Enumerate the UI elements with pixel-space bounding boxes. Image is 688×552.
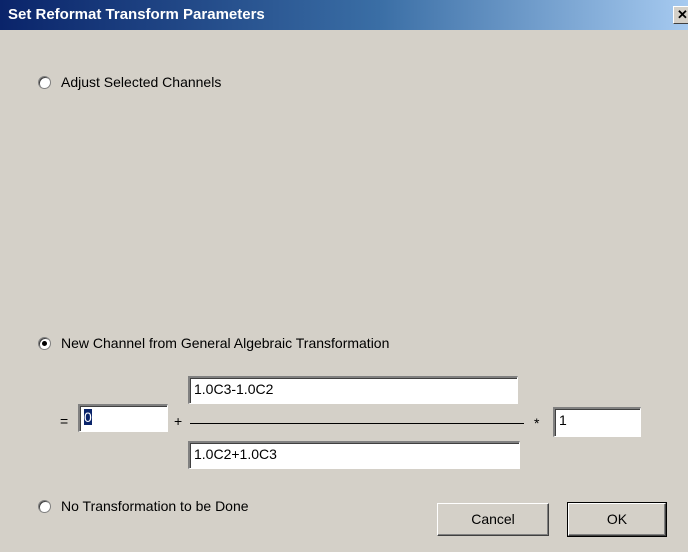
option-no-transformation[interactable]: No Transformation to be Done bbox=[38, 498, 249, 514]
new-channel-radio[interactable] bbox=[38, 336, 51, 350]
option-adjust-selected-channels[interactable]: Adjust Selected Channels bbox=[38, 74, 221, 90]
offset-input[interactable]: 0 bbox=[78, 404, 168, 432]
adjust-channels-radio[interactable] bbox=[38, 75, 51, 89]
ok-button[interactable]: OK bbox=[567, 502, 667, 537]
multiply-sign: * bbox=[534, 415, 540, 431]
offset-value: 0 bbox=[84, 409, 92, 425]
numerator-value: 1.0C3-1.0C2 bbox=[194, 381, 274, 397]
dialog-title: Set Reformat Transform Parameters bbox=[8, 6, 265, 23]
close-button[interactable]: ✕ bbox=[673, 6, 688, 24]
close-icon: ✕ bbox=[677, 7, 688, 22]
no-transformation-radio[interactable] bbox=[38, 499, 51, 513]
plus-sign: + bbox=[174, 413, 183, 429]
denominator-input[interactable]: 1.0C2+1.0C3 bbox=[188, 441, 520, 469]
title-bar: Set Reformat Transform Parameters ✕ bbox=[0, 0, 688, 30]
multiplier-input[interactable]: 1 bbox=[553, 407, 641, 437]
fraction-divider bbox=[190, 423, 524, 424]
cancel-button[interactable]: Cancel bbox=[437, 503, 549, 536]
multiplier-value: 1 bbox=[559, 412, 567, 428]
no-transformation-label: No Transformation to be Done bbox=[61, 498, 249, 514]
denominator-value: 1.0C2+1.0C3 bbox=[194, 446, 277, 462]
option-new-channel[interactable]: New Channel from General Algebraic Trans… bbox=[38, 335, 389, 351]
equals-sign: = bbox=[60, 413, 69, 429]
adjust-channels-label: Adjust Selected Channels bbox=[61, 74, 222, 90]
numerator-input[interactable]: 1.0C3-1.0C2 bbox=[188, 376, 518, 404]
new-channel-label: New Channel from General Algebraic Trans… bbox=[61, 335, 390, 351]
